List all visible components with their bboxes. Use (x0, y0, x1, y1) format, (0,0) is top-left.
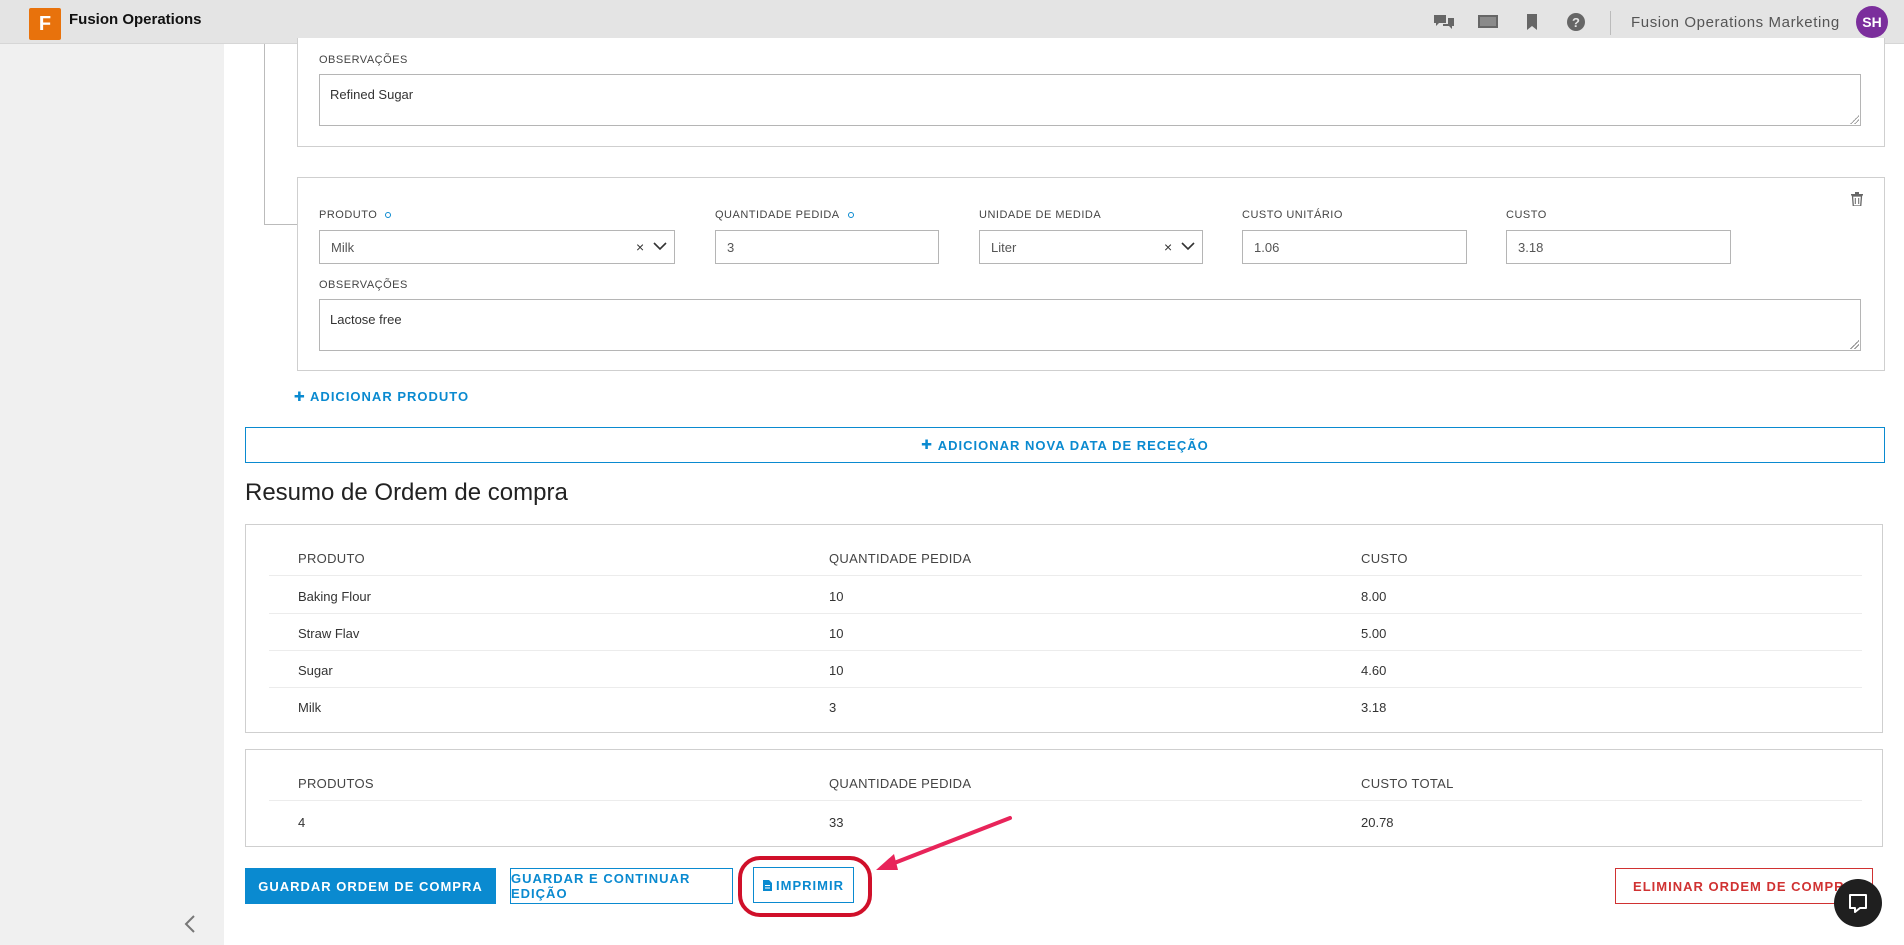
topbar-divider (1610, 11, 1611, 35)
help-icon[interactable]: ? (1564, 11, 1588, 33)
organization-name[interactable]: Fusion Operations Marketing (1631, 14, 1840, 31)
observations-value: Lactose free (330, 312, 402, 327)
cell-cost: 8.00 (1361, 589, 1387, 604)
cell-product: Straw Flav (298, 626, 360, 641)
plus-icon: ✚ (294, 389, 306, 404)
column-header: CUSTO TOTAL (1361, 776, 1454, 791)
bookmark-icon[interactable] (1520, 11, 1544, 33)
add-reception-date-button[interactable]: ✚ ADICIONAR NOVA DATA DE RECEÇÃO (245, 427, 1885, 463)
column-header: QUANTIDADE PEDIDA (829, 551, 972, 566)
chat-bubble-icon (1849, 894, 1867, 913)
add-product-label: ADICIONAR PRODUTO (310, 389, 470, 404)
quantity-input[interactable]: 3 (715, 230, 939, 264)
summary-table: PRODUTO QUANTIDADE PEDIDA CUSTO Baking F… (245, 524, 1883, 733)
app-logo-letter: F (38, 12, 52, 35)
tree-connector (264, 224, 297, 225)
cell-product: Sugar (298, 663, 333, 678)
app-title[interactable]: Fusion Operations (69, 11, 202, 28)
resize-grip-icon[interactable] (1849, 339, 1859, 349)
quantity-label: QUANTIDADE PEDIDA (715, 209, 854, 221)
cell-cost: 4.60 (1361, 663, 1387, 678)
unit-label: UNIDADE DE MEDIDA (979, 209, 1102, 221)
plus-icon: ✚ (921, 437, 934, 452)
observations-textarea[interactable]: Lactose free (319, 299, 1861, 351)
collapse-sidebar-chevron-left-icon[interactable] (180, 912, 200, 936)
cost-input[interactable]: 3.18 (1506, 230, 1731, 264)
add-product-button[interactable]: ✚ ADICIONAR PRODUTO (294, 389, 469, 405)
save-order-button[interactable]: GUARDAR ORDEM DE COMPRA (245, 868, 496, 904)
save-continue-button[interactable]: GUARDAR E CONTINUAR EDIÇÃO (510, 868, 733, 904)
table-row: Milk 3 3.18 (269, 688, 1862, 725)
total-quantity: 33 (829, 815, 844, 830)
required-indicator-icon (385, 212, 392, 219)
table-row: 4 33 20.78 (269, 803, 1862, 840)
column-header: PRODUTOS (298, 776, 374, 791)
unit-select[interactable]: Liter × (979, 230, 1203, 264)
add-reception-date-label: ADICIONAR NOVA DATA DE RECEÇÃO (937, 437, 1209, 453)
unit-select-value: Liter (991, 240, 1017, 255)
product-label: PRODUTO (319, 209, 392, 221)
observations-value: Refined Sugar (330, 87, 414, 102)
chat-icon[interactable] (1432, 11, 1456, 33)
observations-textarea[interactable]: Refined Sugar (319, 74, 1861, 126)
left-sidebar (0, 44, 224, 945)
table-row: Sugar 10 4.60 (269, 651, 1862, 688)
cell-quantity: 3 (829, 700, 837, 715)
observations-label: OBSERVAÇÕES (319, 54, 408, 66)
highlight-ring (738, 856, 872, 917)
table-header: PRODUTO QUANTIDADE PEDIDA CUSTO (269, 539, 1862, 576)
cell-cost: 3.18 (1361, 700, 1387, 715)
product-label-text: PRODUTO (319, 209, 378, 221)
annotation-arrow-icon (876, 816, 1012, 870)
column-header: QUANTIDADE PEDIDA (829, 776, 972, 791)
unit-cost-label: CUSTO UNITÁRIO (1242, 209, 1343, 221)
product-select-value: Milk (331, 240, 355, 255)
table-row: Baking Flour 10 8.00 (269, 577, 1862, 614)
total-cost: 20.78 (1361, 815, 1394, 830)
product-block-milk: PRODUTO Milk × QUANTIDADE PEDIDA 3 UNIDA… (297, 177, 1885, 371)
chat-launcher-button[interactable] (1834, 879, 1882, 927)
chevron-down-icon[interactable] (1181, 239, 1195, 254)
column-header: PRODUTO (298, 551, 365, 566)
clear-icon[interactable]: × (1164, 239, 1172, 255)
totals-table: PRODUTOS QUANTIDADE PEDIDA CUSTO TOTAL 4… (245, 749, 1883, 847)
cell-quantity: 10 (829, 626, 844, 641)
presentation-icon[interactable] (1476, 11, 1500, 33)
avatar[interactable]: SH (1856, 6, 1888, 38)
cost-label: CUSTO (1506, 209, 1547, 221)
svg-text:?: ? (1572, 15, 1580, 30)
product-select[interactable]: Milk × (319, 230, 675, 264)
cell-quantity: 10 (829, 589, 844, 604)
total-products: 4 (298, 815, 306, 830)
trash-icon[interactable] (1851, 192, 1863, 211)
cell-cost: 5.00 (1361, 626, 1387, 641)
observations-label: OBSERVAÇÕES (319, 279, 408, 291)
product-block-sugar: OBSERVAÇÕES Refined Sugar (297, 38, 1885, 147)
table-row: Straw Flav 10 5.00 (269, 614, 1862, 651)
resize-grip-icon[interactable] (1849, 114, 1859, 124)
clear-icon[interactable]: × (636, 239, 644, 255)
unit-cost-input[interactable]: 1.06 (1242, 230, 1467, 264)
app-logo[interactable]: F (29, 8, 64, 43)
summary-title: Resumo de Ordem de compra (245, 479, 568, 506)
chevron-down-icon[interactable] (653, 239, 667, 254)
required-indicator-icon (847, 212, 854, 219)
cell-product: Baking Flour (298, 589, 371, 604)
quantity-label-text: QUANTIDADE PEDIDA (715, 209, 840, 221)
tree-connector (264, 44, 265, 225)
table-header: PRODUTOS QUANTIDADE PEDIDA CUSTO TOTAL (269, 764, 1862, 801)
cell-product: Milk (298, 700, 322, 715)
cell-quantity: 10 (829, 663, 844, 678)
column-header: CUSTO (1361, 551, 1408, 566)
